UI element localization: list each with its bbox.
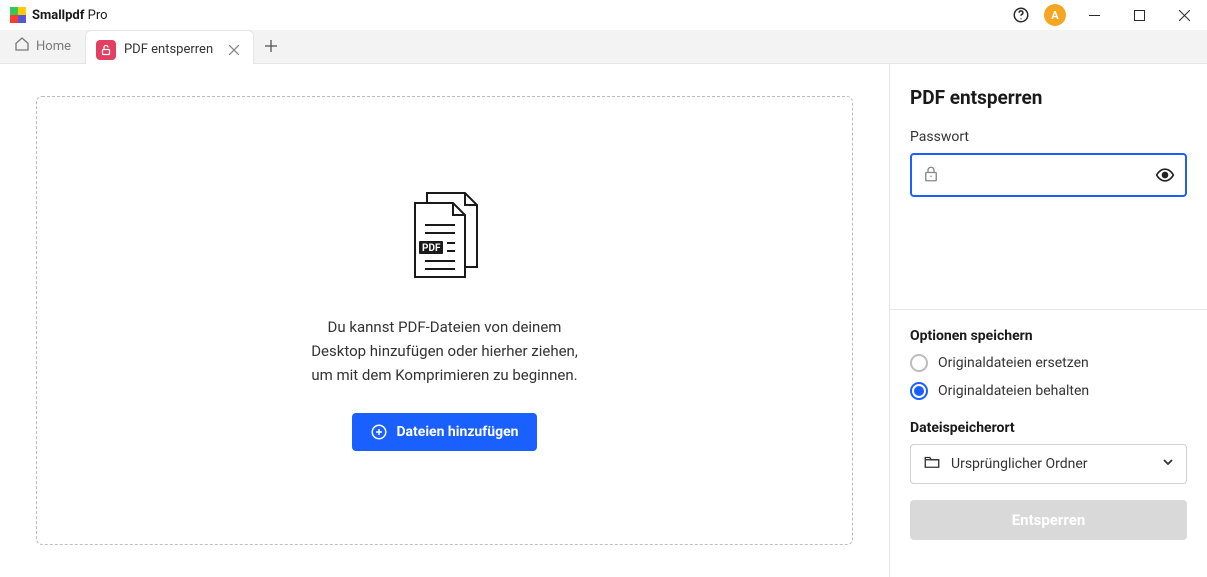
dropzone-line1: Du kannst PDF-Dateien von deinem xyxy=(311,315,578,339)
tab-home[interactable]: Home xyxy=(0,29,85,63)
sidebar: PDF entsperren Passwort Optionen speiche… xyxy=(889,64,1207,577)
dropzone-line2: Desktop hinzufügen oder hierher ziehen, xyxy=(311,339,578,363)
divider xyxy=(890,309,1207,310)
window-close-icon[interactable] xyxy=(1162,0,1207,30)
tab-home-label: Home xyxy=(36,39,71,54)
password-input[interactable] xyxy=(910,153,1187,197)
unlock-icon xyxy=(96,40,116,60)
app-body: PDF Du kannst PDF-Dateien von deinem Des… xyxy=(0,64,1207,577)
folder-icon xyxy=(923,453,941,475)
location-select[interactable]: Ursprünglicher Ordner xyxy=(910,444,1187,484)
main-area: PDF Du kannst PDF-Dateien von deinem Des… xyxy=(0,64,889,577)
radio-keep-originals[interactable]: Originaldateien behalten xyxy=(910,382,1187,400)
dropzone-text: Du kannst PDF-Dateien von deinem Desktop… xyxy=(311,315,578,387)
add-files-button[interactable]: Dateien hinzufügen xyxy=(352,413,536,451)
save-options-title: Optionen speichern xyxy=(910,328,1187,344)
sidebar-title: PDF entsperren xyxy=(910,86,1187,109)
location-label: Dateispeicherort xyxy=(910,420,1187,436)
tabbar: Home PDF entsperren xyxy=(0,30,1207,64)
password-label: Passwort xyxy=(910,129,1187,145)
chevron-down-icon xyxy=(1162,456,1174,472)
lock-icon xyxy=(922,165,940,187)
radio-keep-label: Originaldateien behalten xyxy=(938,383,1089,399)
plus-circle-icon xyxy=(370,423,388,441)
password-field-wrap xyxy=(910,153,1187,197)
dropzone[interactable]: PDF Du kannst PDF-Dateien von deinem Des… xyxy=(36,96,853,545)
titlebar: Smallpdf Pro A xyxy=(0,0,1207,30)
radio-replace-originals[interactable]: Originaldateien ersetzen xyxy=(910,354,1187,372)
pdf-files-icon: PDF xyxy=(405,191,485,287)
window-minimize-icon[interactable] xyxy=(1072,0,1117,30)
location-value: Ursprünglicher Ordner xyxy=(951,456,1088,472)
home-icon xyxy=(14,36,30,56)
eye-icon[interactable] xyxy=(1155,165,1175,189)
window-maximize-icon[interactable] xyxy=(1117,0,1162,30)
radio-replace-label: Originaldateien ersetzen xyxy=(938,355,1089,371)
radio-unchecked-icon xyxy=(910,354,928,372)
tab-active[interactable]: PDF entsperren xyxy=(85,30,254,64)
tab-add-icon[interactable] xyxy=(254,29,288,63)
titlebar-right: A xyxy=(1004,0,1207,30)
radio-checked-icon xyxy=(910,382,928,400)
tab-active-label: PDF entsperren xyxy=(124,42,213,57)
titlebar-left: Smallpdf Pro xyxy=(0,7,108,23)
unlock-button[interactable]: Entsperren xyxy=(910,500,1187,540)
tab-close-icon[interactable] xyxy=(225,41,243,59)
help-icon[interactable] xyxy=(1004,0,1038,30)
dropzone-line3: um mit dem Komprimieren zu beginnen. xyxy=(311,363,578,387)
add-files-label: Dateien hinzufügen xyxy=(396,424,518,440)
svg-text:PDF: PDF xyxy=(422,243,441,254)
avatar[interactable]: A xyxy=(1044,4,1066,26)
app-logo-icon xyxy=(10,7,26,23)
app-title: Smallpdf Pro xyxy=(32,8,108,23)
